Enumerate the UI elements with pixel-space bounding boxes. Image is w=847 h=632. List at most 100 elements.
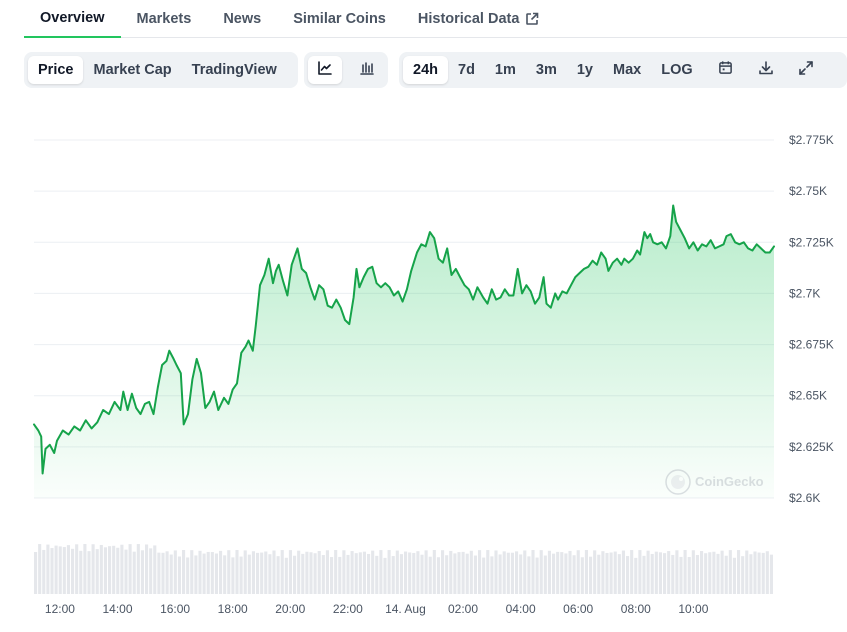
volume-bar <box>338 556 342 594</box>
volume-bar <box>531 550 535 594</box>
range-7d-button[interactable]: 7d <box>448 56 485 84</box>
volume-bar <box>34 552 38 594</box>
volume-bar <box>757 552 761 594</box>
candlestick-button[interactable] <box>350 56 384 84</box>
volume-bar <box>584 550 588 594</box>
tradingview-button[interactable]: TradingView <box>182 56 287 84</box>
volume-bar <box>449 550 453 594</box>
market-cap-button[interactable]: Market Cap <box>83 56 181 84</box>
volume-bar <box>239 556 243 594</box>
y-tick-label: $2.775K <box>789 133 834 147</box>
volume-bar <box>124 549 128 594</box>
volume-bar <box>769 554 773 594</box>
volume-bar <box>120 544 124 594</box>
volume-bar <box>749 554 753 594</box>
volume-bar <box>560 552 564 594</box>
x-tick-label: 02:00 <box>448 602 478 616</box>
volume-bar <box>580 557 584 594</box>
volume-bar <box>165 551 169 594</box>
volume-bar <box>346 554 350 594</box>
range-3m-button[interactable]: 3m <box>526 56 567 84</box>
tab-news[interactable]: News <box>207 0 277 38</box>
volume-bar <box>145 544 149 594</box>
volume-bar <box>161 552 165 594</box>
volume-bar <box>313 553 317 594</box>
range-toggle: 24h 7d 1m 3m 1y Max LOG <box>399 52 847 88</box>
price-button[interactable]: Price <box>28 56 84 84</box>
volume-bar <box>325 550 329 594</box>
volume-bar <box>732 557 736 594</box>
y-tick-label: $2.75K <box>789 184 827 198</box>
volume-bar <box>700 551 704 594</box>
volume-bar <box>753 551 757 594</box>
volume-bar <box>667 551 671 594</box>
metric-toggle: Price Market Cap TradingView <box>24 52 298 88</box>
volume-bar <box>663 553 667 594</box>
price-area-fill <box>34 205 774 498</box>
volume-bar <box>173 550 177 594</box>
y-tick-label: $2.625K <box>789 440 834 454</box>
tab-similar-coins[interactable]: Similar Coins <box>277 0 402 38</box>
range-max-button[interactable]: Max <box>603 56 651 84</box>
volume-bar <box>284 557 288 594</box>
volume-bar <box>251 551 255 594</box>
volume-bar <box>149 548 153 594</box>
volume-bar <box>247 554 251 594</box>
x-tick-label: 10:00 <box>678 602 708 616</box>
tab-historical-data[interactable]: Historical Data <box>402 0 556 38</box>
tab-overview[interactable]: Overview <box>24 0 121 38</box>
range-1y-button[interactable]: 1y <box>567 56 603 84</box>
volume-bar <box>198 550 202 594</box>
volume-bar <box>761 552 765 594</box>
volume-bar <box>646 550 650 594</box>
y-tick-label: $2.6K <box>789 491 820 505</box>
volume-bar <box>362 551 366 594</box>
volume-bar <box>552 553 556 594</box>
volume-bar <box>334 550 338 594</box>
tab-label: News <box>223 11 262 27</box>
volume-bar <box>128 544 132 594</box>
volume-bar <box>441 550 445 594</box>
volume-bar <box>301 553 305 594</box>
volume-bar <box>371 550 375 594</box>
volume-bar <box>687 557 691 594</box>
volume-bar <box>597 554 601 594</box>
volume-bar <box>642 555 646 594</box>
volume-bar <box>140 550 144 594</box>
volume-bar <box>428 556 432 594</box>
volume-bar <box>288 550 292 594</box>
calendar-button[interactable] <box>709 56 743 84</box>
fullscreen-button[interactable] <box>789 56 823 84</box>
volume-bar <box>260 552 264 594</box>
volume-bar <box>720 550 724 594</box>
volume-bar <box>572 555 576 594</box>
volume-bar <box>219 550 223 594</box>
y-tick-label: $2.675K <box>789 338 834 352</box>
volume-bar <box>268 554 272 594</box>
fullscreen-icon <box>798 60 814 81</box>
volume-bar <box>58 546 62 594</box>
volume-bar <box>206 551 210 594</box>
volume-bar <box>87 551 91 594</box>
tab-markets[interactable]: Markets <box>121 0 208 38</box>
volume-bar <box>272 550 276 594</box>
volume-bar <box>136 544 140 594</box>
volume-bar <box>71 548 75 594</box>
volume-bar <box>519 554 523 594</box>
download-button[interactable] <box>749 56 783 84</box>
x-tick-label: 18:00 <box>218 602 248 616</box>
volume-bar <box>498 554 502 594</box>
volume-bar <box>494 550 498 594</box>
volume-bar <box>75 544 79 594</box>
download-icon <box>758 60 774 81</box>
volume-bar <box>103 547 107 594</box>
range-24h-button[interactable]: 24h <box>403 56 448 84</box>
tab-label: Historical Data <box>417 11 520 27</box>
log-scale-button[interactable]: LOG <box>651 56 702 84</box>
volume-bar <box>354 553 358 594</box>
price-chart[interactable]: $2.6K $2.625K $2.65K $2.675K $2.7K $2.725K $2.… <box>0 96 847 632</box>
volume-bar <box>383 557 387 594</box>
range-1m-button[interactable]: 1m <box>485 56 526 84</box>
volume-bar <box>395 550 399 594</box>
line-chart-button[interactable] <box>308 56 342 84</box>
